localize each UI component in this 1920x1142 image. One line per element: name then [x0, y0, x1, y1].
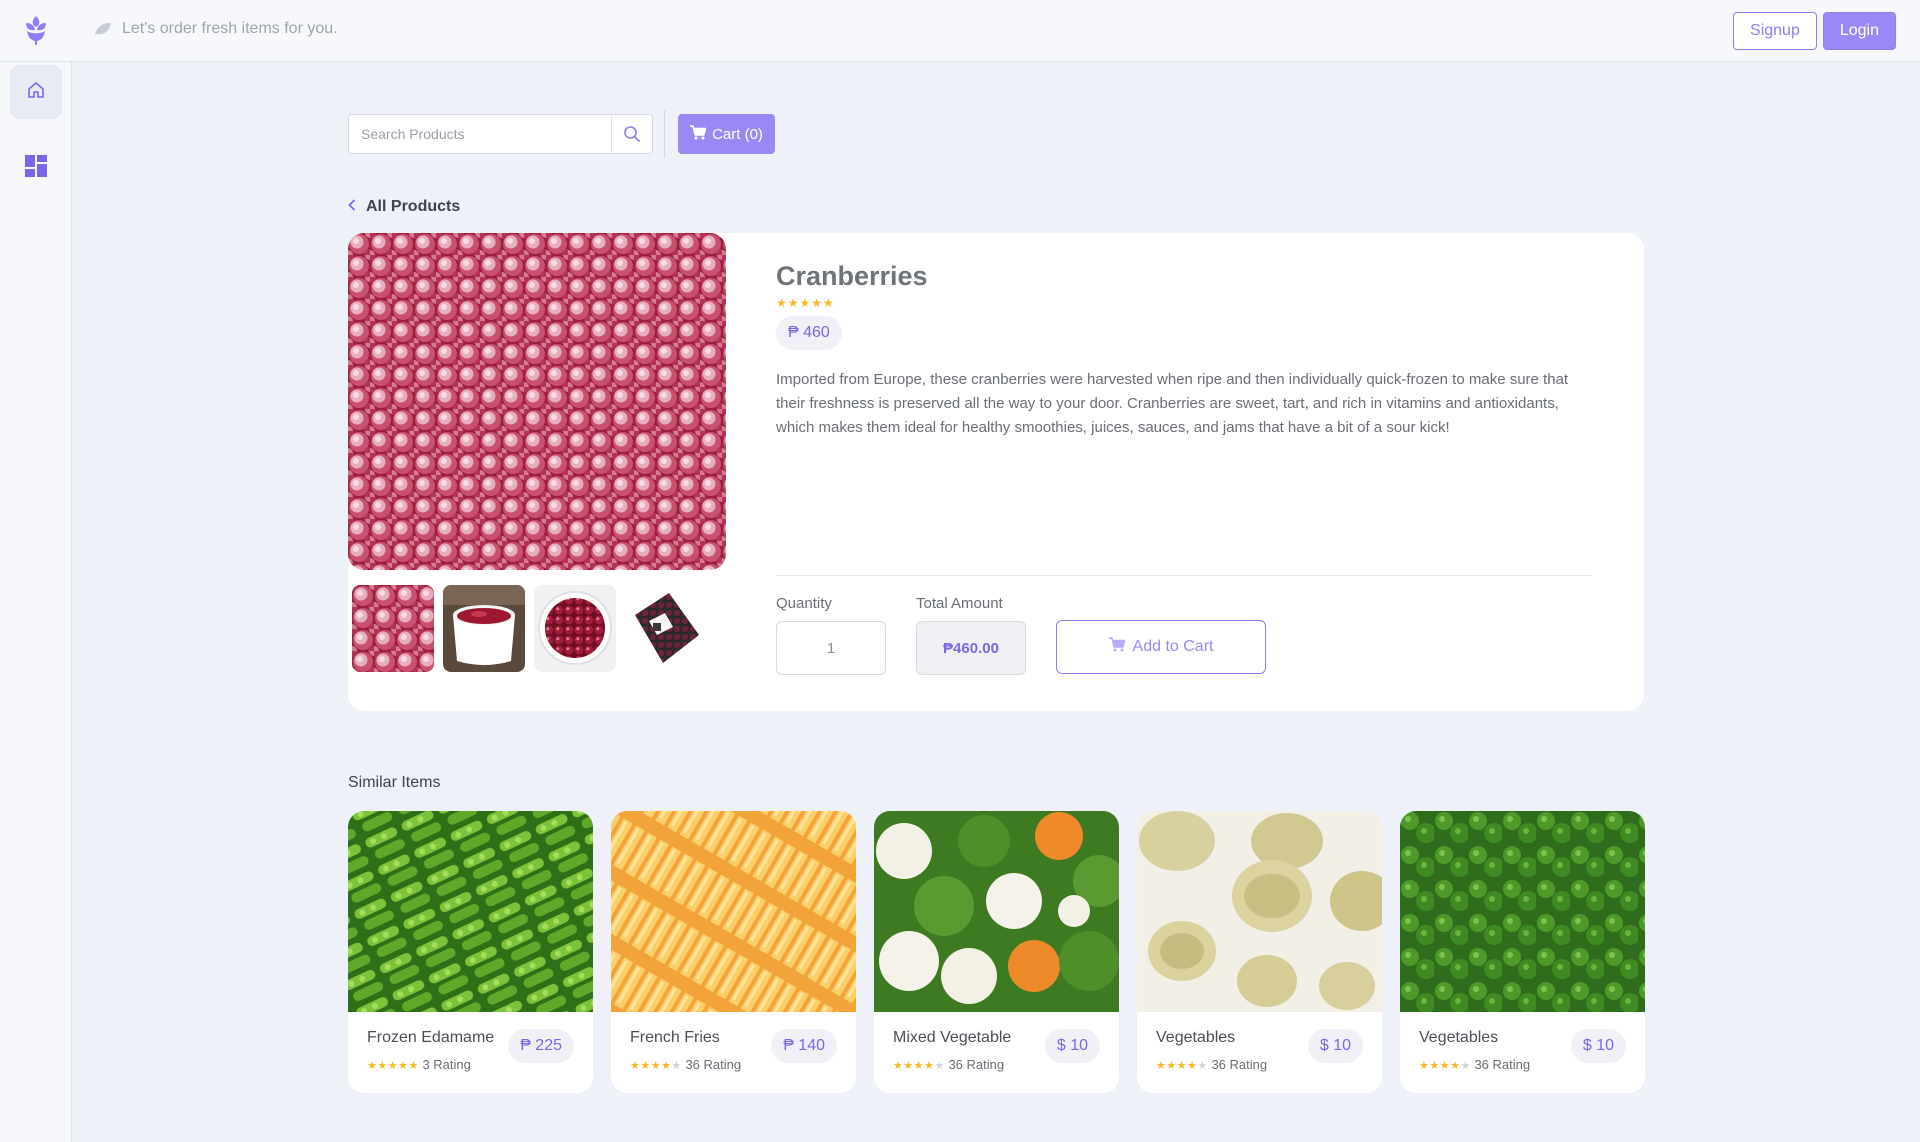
item-name: French Fries — [630, 1029, 720, 1046]
search-divider — [611, 115, 612, 153]
tagline-text: Let's order fresh items for you. — [122, 20, 338, 37]
product-thumbnails — [352, 585, 707, 672]
rating-stars: ★★★★★ — [630, 1060, 682, 1072]
add-to-cart-button[interactable]: Add to Cart — [1056, 620, 1266, 674]
thumbnail-cranberry-sauce[interactable] — [443, 585, 525, 672]
rating-stars: ★★★★★ — [367, 1060, 419, 1072]
product-price: ₱ 460 — [776, 316, 842, 350]
cart-button[interactable]: Cart (0) — [678, 114, 775, 154]
home-icon — [26, 80, 46, 105]
item-image — [1137, 811, 1382, 1012]
item-image — [611, 811, 856, 1012]
rating-text: 36 Rating — [948, 1057, 1005, 1072]
rating-text: 36 Rating — [1474, 1057, 1531, 1072]
top-bar: Let's order fresh items for you. Signup … — [0, 0, 1920, 62]
similar-items-title: Similar Items — [348, 774, 441, 791]
item-name: Mixed Vegetable — [893, 1029, 1012, 1046]
product-description: Imported from Europe, these cranberries … — [776, 371, 1569, 436]
item-image — [1400, 811, 1645, 1012]
item-price: ₱ 140 — [771, 1029, 837, 1063]
rating-text: 3 Rating — [422, 1057, 471, 1072]
rating-text: 36 Rating — [1211, 1057, 1268, 1072]
rating-text: 36 Rating — [685, 1057, 742, 1072]
cart-icon — [690, 124, 707, 144]
total-amount-value: ₱460.00 — [916, 621, 1026, 675]
add-to-cart-label: Add to Cart — [1132, 638, 1214, 655]
rating-stars: ★★★★★ — [893, 1060, 945, 1072]
product-main-image — [348, 233, 726, 570]
item-price: $ 10 — [1570, 1029, 1626, 1063]
thumbnail-berry-bowl[interactable] — [534, 585, 616, 672]
similar-item-card[interactable]: Vegetables ★★★★★ 36 Rating $ 10 — [1400, 811, 1645, 1093]
thumbnail-berry-package[interactable] — [625, 585, 707, 672]
product-divider — [776, 575, 1592, 576]
item-rating: ★★★★★ 36 Rating — [630, 1057, 741, 1072]
back-label: All Products — [366, 198, 461, 215]
leaf-icon — [94, 22, 112, 36]
side-rail — [0, 62, 72, 1142]
item-image — [348, 811, 593, 1012]
similar-item-card[interactable]: Frozen Edamame ★★★★★ 3 Rating ₱ 225 — [348, 811, 593, 1093]
product-info: Cranberries ★★★★★ ₱ 460 Imported from Eu… — [776, 261, 1592, 440]
nav-home-button[interactable] — [10, 65, 62, 119]
item-price: $ 10 — [1044, 1029, 1100, 1063]
item-name: Vegetables — [1419, 1029, 1499, 1046]
item-name: Frozen Edamame — [367, 1029, 495, 1046]
search-icon[interactable] — [623, 125, 641, 148]
cart-icon — [1108, 637, 1125, 657]
item-image — [874, 811, 1119, 1012]
tagline: Let's order fresh items for you. — [94, 20, 338, 38]
dashboard-icon[interactable] — [24, 154, 48, 178]
item-rating: ★★★★★ 3 Rating — [367, 1057, 471, 1072]
quantity-label: Quantity — [776, 595, 832, 612]
product-rating-stars: ★★★★★ — [776, 296, 835, 310]
similar-items-grid: Frozen Edamame ★★★★★ 3 Rating ₱ 225 Fren… — [348, 811, 1645, 1093]
similar-item-card[interactable]: French Fries ★★★★★ 36 Rating ₱ 140 — [611, 811, 856, 1093]
similar-item-card[interactable]: Mixed Vegetable ★★★★★ 36 Rating $ 10 — [874, 811, 1119, 1093]
signup-button[interactable]: Signup — [1733, 12, 1817, 50]
toolbar-divider — [664, 110, 665, 158]
chevron-left-icon — [348, 198, 356, 216]
product-name: Cranberries — [776, 261, 928, 291]
cart-label: Cart (0) — [712, 125, 763, 143]
thumbnail-frozen-berries[interactable] — [352, 585, 434, 672]
item-rating: ★★★★★ 36 Rating — [893, 1057, 1004, 1072]
item-price: $ 10 — [1307, 1029, 1363, 1063]
item-price: ₱ 225 — [508, 1029, 574, 1063]
search-box — [348, 114, 653, 154]
item-rating: ★★★★★ 36 Rating — [1419, 1057, 1530, 1072]
similar-item-card[interactable]: Vegetables ★★★★★ 36 Rating $ 10 — [1137, 811, 1382, 1093]
rating-stars: ★★★★★ — [1156, 1060, 1208, 1072]
login-button[interactable]: Login — [1822, 12, 1896, 50]
rating-stars: ★★★★★ — [1419, 1060, 1471, 1072]
quantity-input[interactable] — [776, 621, 886, 675]
item-rating: ★★★★★ 36 Rating — [1156, 1057, 1267, 1072]
product-detail-card: Cranberries ★★★★★ ₱ 460 Imported from Eu… — [348, 233, 1644, 711]
back-to-all-products-link[interactable]: All Products — [348, 198, 460, 216]
brand-logo-icon[interactable] — [22, 14, 50, 46]
item-name: Vegetables — [1156, 1029, 1236, 1046]
total-amount-label: Total Amount — [916, 595, 1003, 612]
search-input[interactable] — [349, 115, 611, 153]
